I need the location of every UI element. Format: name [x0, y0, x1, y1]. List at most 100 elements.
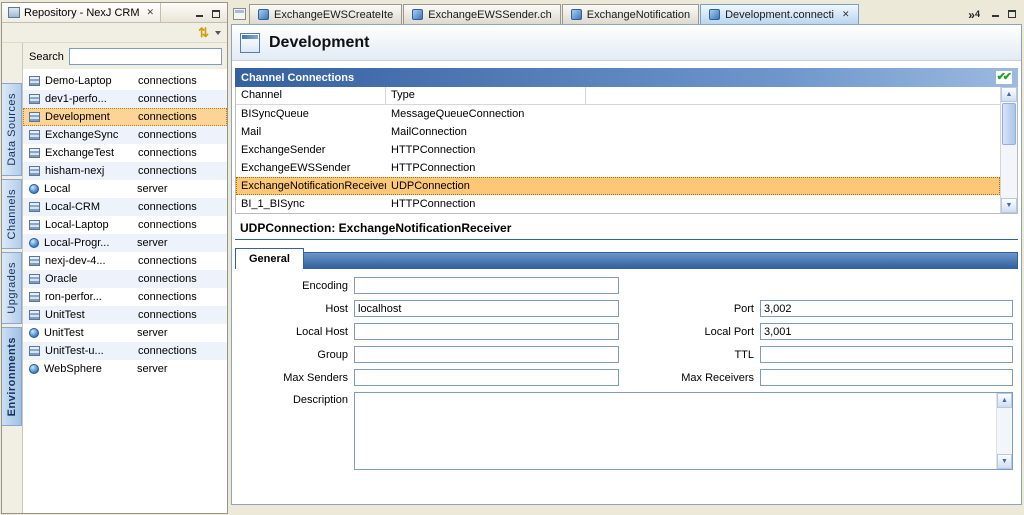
repo-item-name: UnitTest-u... [45, 345, 133, 357]
table-row[interactable]: ExchangeEWSSenderHTTPConnection [236, 159, 1000, 177]
repo-item-type: connections [138, 273, 197, 285]
channel-cell: ExchangeSender [236, 144, 386, 156]
connections-icon [29, 112, 40, 122]
close-icon[interactable]: ✕ [147, 7, 155, 18]
editor-area-icon[interactable] [233, 8, 246, 20]
detail-form: Encoding Host Port Local Host Local Port… [232, 269, 1021, 504]
side-tab-channels[interactable]: Channels [2, 179, 22, 249]
repo-item-name: ExchangeSync [45, 129, 133, 141]
table-row[interactable]: ExchangeSenderHTTPConnection [236, 141, 1000, 159]
ttl-field[interactable] [760, 346, 1013, 363]
editor-tab-exchangenotification[interactable]: ExchangeNotification [562, 4, 699, 24]
view-menu-icon[interactable] [215, 31, 221, 35]
port-field[interactable] [760, 300, 1013, 317]
table-body: BISyncQueueMessageQueueConnectionMailMai… [236, 105, 1000, 213]
repo-item[interactable]: dev1-perfo...connections [23, 90, 227, 108]
scroll-down-icon[interactable]: ▼ [1001, 198, 1017, 213]
repo-item[interactable]: Developmentconnections [23, 108, 227, 126]
max-receivers-field[interactable] [760, 369, 1013, 386]
repository-content: Search Demo-Laptopconnectionsdev1-perfo.… [23, 43, 227, 513]
repo-item[interactable]: ron-perfor...connections [23, 288, 227, 306]
file-icon [571, 9, 582, 20]
side-tab-upgrades[interactable]: Upgrades [2, 252, 22, 324]
max-senders-field[interactable] [354, 369, 619, 386]
connections-icon [29, 346, 40, 356]
editor-tab-exchangeewssender-ch[interactable]: ExchangeEWSSender.ch [403, 4, 561, 24]
maximize-icon [1008, 10, 1016, 18]
repo-item-type: connections [138, 75, 197, 87]
tab-general[interactable]: General [235, 248, 304, 269]
repo-item[interactable]: UnitTest-u...connections [23, 342, 227, 360]
description-scrollbar[interactable]: ▲ ▼ [996, 393, 1012, 469]
table-row[interactable]: MailMailConnection [236, 123, 1000, 141]
editor-tab-label: ExchangeNotification [587, 9, 690, 21]
repo-item-name: UnitTest [44, 327, 132, 339]
table-row[interactable]: ExchangeNotificationReceiverUDPConnectio… [236, 177, 1000, 195]
maximize-button[interactable] [1005, 6, 1019, 19]
search-input[interactable] [69, 48, 222, 65]
repo-item[interactable]: UnitTestserver [23, 324, 227, 342]
scroll-up-icon[interactable]: ▲ [1001, 87, 1017, 102]
connections-icon [29, 76, 40, 86]
repo-item[interactable]: Oracleconnections [23, 270, 227, 288]
repo-item-name: hisham-nexj [45, 165, 133, 177]
side-tab-data-sources[interactable]: Data Sources [2, 83, 22, 176]
repo-item[interactable]: Demo-Laptopconnections [23, 72, 227, 90]
repo-item-type: server [137, 183, 168, 195]
repo-item[interactable]: Local-Progr...server [23, 234, 227, 252]
channel-connections-table: Channel Type BISyncQueueMessageQueueConn… [235, 87, 1018, 214]
repo-item[interactable]: hisham-nexjconnections [23, 162, 227, 180]
minimize-button[interactable] [988, 6, 1002, 19]
repo-item[interactable]: ExchangeTestconnections [23, 144, 227, 162]
repo-item-type: connections [138, 201, 197, 213]
connections-icon [29, 310, 40, 320]
host-field[interactable] [354, 300, 619, 317]
search-label: Search [29, 51, 64, 63]
scrollbar-track[interactable] [1001, 102, 1017, 198]
table-scrollbar[interactable]: ▲ ▼ [1000, 87, 1017, 213]
repo-item[interactable]: ExchangeSyncconnections [23, 126, 227, 144]
synchronize-icon[interactable]: ⇅ [198, 26, 209, 39]
more-tabs-button[interactable]: » 4 [968, 10, 980, 24]
side-tab-label: Environments [6, 337, 18, 416]
repo-item[interactable]: WebSphereserver [23, 360, 227, 378]
detail-title: UDPConnection: ExchangeNotificationRecei… [235, 218, 1018, 240]
minimize-button[interactable] [192, 6, 206, 19]
repo-item[interactable]: nexj-dev-4...connections [23, 252, 227, 270]
repository-view-tab[interactable]: Repository - NexJ CRM ✕ [2, 3, 161, 22]
group-field[interactable] [354, 346, 619, 363]
server-icon [29, 328, 39, 338]
column-header-channel[interactable]: Channel [236, 87, 386, 104]
table-row[interactable]: BI_1_BISyncHTTPConnection [236, 195, 1000, 213]
repo-item-name: ron-perfor... [45, 291, 133, 303]
scroll-down-icon[interactable]: ▼ [997, 454, 1012, 469]
encoding-field[interactable] [354, 277, 619, 294]
channel-cell: BI_1_BISync [236, 198, 386, 210]
repository-view-titlebar: Repository - NexJ CRM ✕ [2, 3, 227, 23]
local-port-field[interactable] [760, 323, 1013, 340]
repository-view-title: Repository - NexJ CRM [24, 7, 140, 19]
repo-item-name: Local-Progr... [44, 237, 132, 249]
editor-tab-development-connecti[interactable]: Development.connecti✕ [700, 4, 858, 24]
validate-check-icon[interactable]: ✔✔ [996, 71, 1012, 84]
editor-tab-exchangeewscreateite[interactable]: ExchangeEWSCreateIte [249, 4, 402, 24]
scrollbar-thumb[interactable] [1002, 103, 1016, 145]
repo-item[interactable]: Local-Laptopconnections [23, 216, 227, 234]
repo-item-name: Local-CRM [45, 201, 133, 213]
connections-icon [29, 292, 40, 302]
side-tab-strip: Data Sources Channels Upgrades Environments [2, 43, 23, 513]
table-row[interactable]: BISyncQueueMessageQueueConnection [236, 105, 1000, 123]
repository-list: Demo-Laptopconnectionsdev1-perfo...conne… [23, 69, 227, 513]
connections-icon [29, 130, 40, 140]
local-host-field[interactable] [354, 323, 619, 340]
close-icon[interactable]: ✕ [842, 9, 850, 20]
side-tab-environments[interactable]: Environments [2, 327, 22, 426]
repo-item[interactable]: Local-CRM connections [23, 198, 227, 216]
maximize-button[interactable] [209, 6, 223, 19]
column-header-type[interactable]: Type [386, 87, 586, 104]
repo-item[interactable]: UnitTestconnections [23, 306, 227, 324]
repository-view: Repository - NexJ CRM ✕ ⇅ Data Sources Ch… [1, 2, 228, 514]
description-field[interactable]: ▲ ▼ [354, 392, 1013, 470]
repo-item[interactable]: Localserver [23, 180, 227, 198]
scroll-up-icon[interactable]: ▲ [997, 393, 1012, 408]
